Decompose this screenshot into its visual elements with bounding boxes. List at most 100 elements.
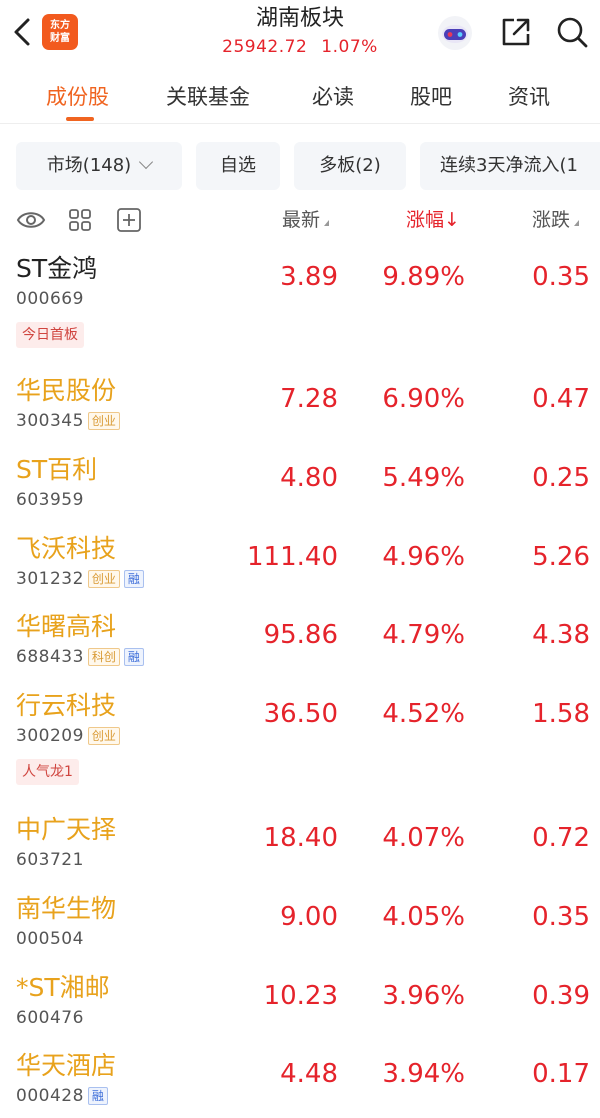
board-tag: 创业 <box>87 570 120 588</box>
stock-row[interactable]: ST金鸿 000669 今日首板 3.89 9.89% 0.35 <box>0 252 600 352</box>
stock-row[interactable]: 中广天择 603721 18.40 4.07% 0.72 <box>0 813 600 883</box>
change-amount: 4.38 <box>532 620 590 650</box>
tab-constituents[interactable]: 成份股 <box>46 82 109 112</box>
latest-price: 10.23 <box>263 981 338 1011</box>
filter-net-inflow[interactable]: 连续3天净流入(1 <box>420 142 600 190</box>
stock-name: 华天酒店 <box>16 1051 117 1080</box>
filter-market-label: 市场(148) <box>46 155 132 176</box>
stock-row[interactable]: 华天酒店 000428 融 4.48 3.94% 0.17 <box>0 1049 600 1117</box>
stock-code-line: 000669 <box>16 288 84 310</box>
board-tag: 创业 <box>87 412 120 430</box>
stock-code: 301232 <box>16 569 84 589</box>
latest-price: 111.40 <box>247 542 338 572</box>
active-tab-indicator <box>66 117 94 121</box>
tab-must-read[interactable]: 必读 <box>312 82 354 112</box>
stock-code: 000428 <box>16 1086 84 1106</box>
change-amount: 0.25 <box>532 463 590 493</box>
stock-code: 000669 <box>16 289 84 309</box>
stock-row[interactable]: 南华生物 000504 9.00 4.05% 0.35 <box>0 892 600 962</box>
stock-name: 飞沃科技 <box>16 534 117 563</box>
margin-tag: 融 <box>87 1087 108 1105</box>
stock-row[interactable]: 华民股份 300345 创业 7.28 6.90% 0.47 <box>0 374 600 444</box>
stock-code-line: 000428 融 <box>16 1085 108 1107</box>
column-change-pct[interactable]: 涨幅↓ <box>406 206 460 234</box>
latest-price: 3.89 <box>280 262 338 292</box>
tab-stock-forum[interactable]: 股吧 <box>410 82 452 112</box>
sort-desc-arrow-icon: ↓ <box>444 209 460 231</box>
change-percent: 4.79% <box>382 620 465 650</box>
change-amount: 1.58 <box>532 699 590 729</box>
share-icon[interactable] <box>498 14 534 50</box>
latest-price: 9.00 <box>280 902 338 932</box>
stock-code: 603721 <box>16 850 84 870</box>
stock-code-line: 688433 科创融 <box>16 646 144 668</box>
change-percent: 6.90% <box>382 384 465 414</box>
app-header: 东方 财富 湖南板块 25942.72 1.07% <box>0 0 600 68</box>
stock-code: 300345 <box>16 411 84 431</box>
column-change[interactable]: 涨跌 <box>532 206 580 234</box>
change-amount: 0.17 <box>532 1059 590 1089</box>
stock-code-line: 301232 创业融 <box>16 568 144 590</box>
stock-row[interactable]: ST百利 603959 4.80 5.49% 0.25 <box>0 453 600 523</box>
change-amount: 0.47 <box>532 384 590 414</box>
change-amount: 5.26 <box>532 542 590 572</box>
margin-tag: 融 <box>123 570 144 588</box>
change-percent: 4.96% <box>382 542 465 572</box>
column-latest[interactable]: 最新 <box>282 206 330 234</box>
chevron-down-icon <box>139 154 154 170</box>
sort-icon <box>324 220 330 226</box>
change-amount: 0.39 <box>532 981 590 1011</box>
grid-view-icon[interactable] <box>68 208 92 232</box>
latest-price: 4.48 <box>280 1059 338 1089</box>
change-amount: 0.35 <box>532 262 590 292</box>
change-percent: 4.52% <box>382 699 465 729</box>
change-percent: 4.07% <box>382 823 465 853</box>
stock-code: 688433 <box>16 647 84 667</box>
eye-icon[interactable] <box>16 208 46 232</box>
column-header: 最新 涨幅↓ 涨跌 <box>0 200 600 240</box>
stock-code: 603959 <box>16 490 84 510</box>
margin-tag: 融 <box>123 648 144 666</box>
app-logo-icon: 东方 财富 <box>42 14 78 50</box>
add-column-icon[interactable] <box>116 207 142 233</box>
stock-name: *ST湘邮 <box>16 973 110 1002</box>
change-percent: 5.49% <box>382 463 465 493</box>
latest-price: 7.28 <box>280 384 338 414</box>
board-tag: 科创 <box>87 648 120 666</box>
stock-row[interactable]: 飞沃科技 301232 创业融 111.40 4.96% 5.26 <box>0 532 600 602</box>
index-value: 25942.72 <box>222 37 308 57</box>
stock-row[interactable]: 华曙高科 688433 科创融 95.86 4.79% 4.38 <box>0 610 600 680</box>
stock-name: 南华生物 <box>16 894 117 923</box>
tab-news[interactable]: 资讯 <box>508 82 550 112</box>
sort-icon <box>574 220 580 226</box>
change-amount: 0.72 <box>532 823 590 853</box>
ai-assistant-icon[interactable] <box>436 14 474 52</box>
change-percent: 3.94% <box>382 1059 465 1089</box>
search-icon[interactable] <box>554 14 590 50</box>
change-percent: 4.05% <box>382 902 465 932</box>
stock-code: 600476 <box>16 1008 84 1028</box>
change-amount: 0.35 <box>532 902 590 932</box>
board-tag: 创业 <box>87 727 120 745</box>
stock-code: 000504 <box>16 929 84 949</box>
stock-name: 行云科技 <box>16 691 117 720</box>
page-title: 湖南板块 <box>255 6 344 31</box>
change-percent: 9.89% <box>382 262 465 292</box>
back-arrow-icon[interactable] <box>10 14 36 50</box>
filter-market[interactable]: 市场(148) <box>16 142 182 190</box>
stock-code-line: 000504 <box>16 928 84 950</box>
latest-price: 18.40 <box>263 823 338 853</box>
stock-row[interactable]: 行云科技 300209 创业 人气龙1 36.50 4.52% 1.58 <box>0 689 600 789</box>
tab-related-funds[interactable]: 关联基金 <box>166 82 250 112</box>
latest-price: 4.80 <box>280 463 338 493</box>
filter-watchlist[interactable]: 自选 <box>196 142 280 190</box>
stock-code-line: 300345 创业 <box>16 410 120 432</box>
stock-row[interactable]: *ST湘邮 600476 10.23 3.96% 0.39 <box>0 971 600 1041</box>
stock-name: 中广天择 <box>16 815 117 844</box>
stock-code-line: 603959 <box>16 489 84 511</box>
index-quote: 25942.72 1.07% <box>200 34 400 60</box>
filter-multi-board[interactable]: 多板(2) <box>294 142 406 190</box>
latest-price: 36.50 <box>263 699 338 729</box>
latest-price: 95.86 <box>263 620 338 650</box>
stock-name: ST百利 <box>16 455 98 484</box>
